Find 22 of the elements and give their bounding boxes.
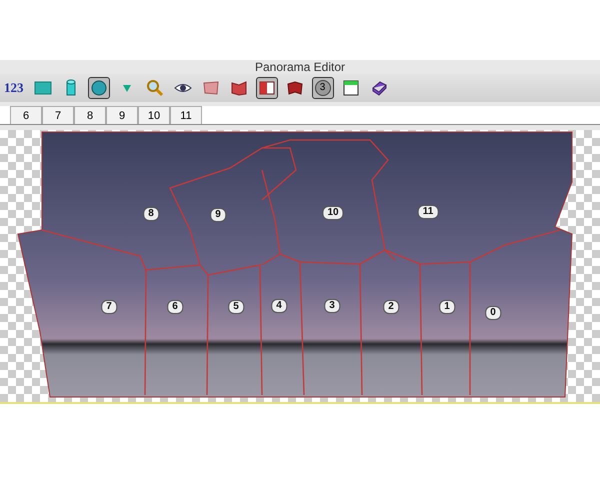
rect-icon (34, 79, 52, 97)
image-tab[interactable]: 7 (42, 106, 74, 124)
flat-icon (202, 79, 220, 97)
image-tab[interactable]: 6 (10, 106, 42, 124)
folddark-icon (286, 79, 304, 97)
triangle-icon (122, 84, 130, 92)
sphere-tool-button[interactable] (88, 77, 110, 99)
window-icon (342, 79, 360, 97)
magnifier-icon (146, 79, 164, 97)
image-number-label[interactable]: 11 (418, 205, 438, 219)
image-tab[interactable]: 10 (138, 106, 170, 124)
image-tab[interactable]: 8 (74, 106, 106, 124)
sphere-icon (90, 79, 108, 97)
toolbar-button[interactable]: 3 (312, 77, 334, 99)
toolbar-button[interactable]: 123 (2, 77, 26, 99)
window-title: Panorama Editor (254, 60, 346, 74)
book-icon (370, 79, 388, 97)
image-tab[interactable]: 11 (170, 106, 202, 124)
half-tool-button[interactable] (256, 77, 278, 99)
image-tab[interactable]: 9 (106, 106, 138, 124)
half-icon (258, 79, 276, 97)
fold-icon (230, 79, 248, 97)
